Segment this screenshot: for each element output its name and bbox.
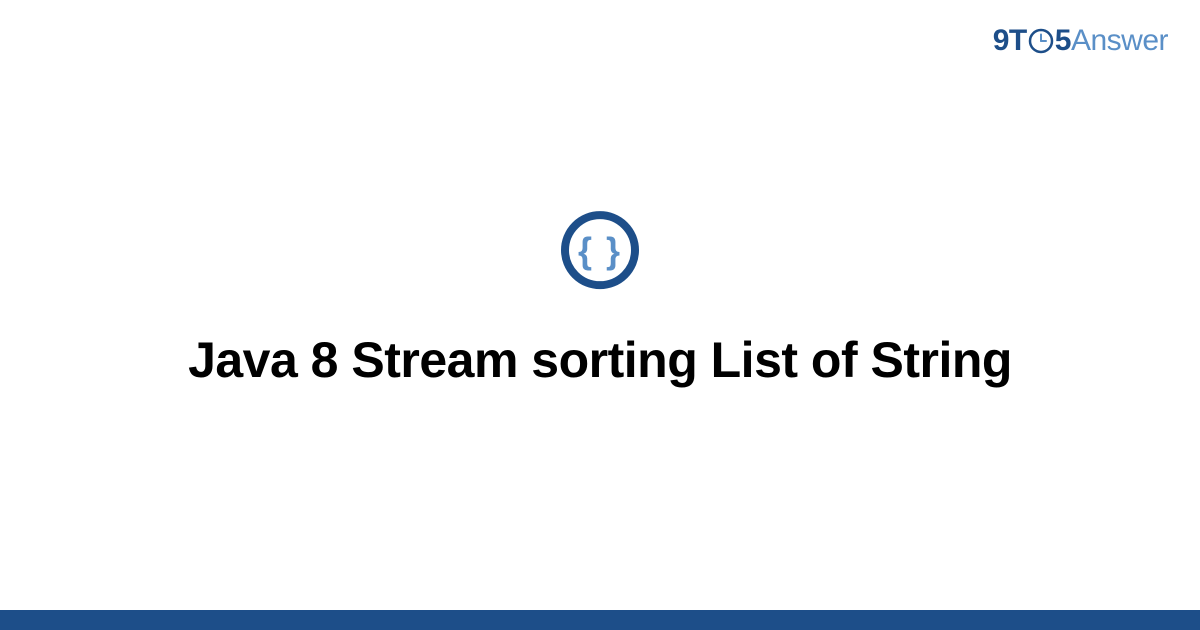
clock-icon	[1028, 28, 1054, 54]
main-content: { } Java 8 Stream sorting List of String	[0, 209, 1200, 392]
logo-text-answer: Answer	[1071, 24, 1168, 58]
logo-text-9t: 9T	[993, 24, 1027, 58]
svg-text:{ }: { }	[578, 230, 622, 271]
footer-bar	[0, 610, 1200, 630]
code-braces-icon: { }	[559, 209, 641, 291]
page-title: Java 8 Stream sorting List of String	[188, 329, 1012, 392]
site-logo[interactable]: 9T 5 Answer	[993, 24, 1168, 58]
logo-text-5: 5	[1055, 24, 1071, 58]
